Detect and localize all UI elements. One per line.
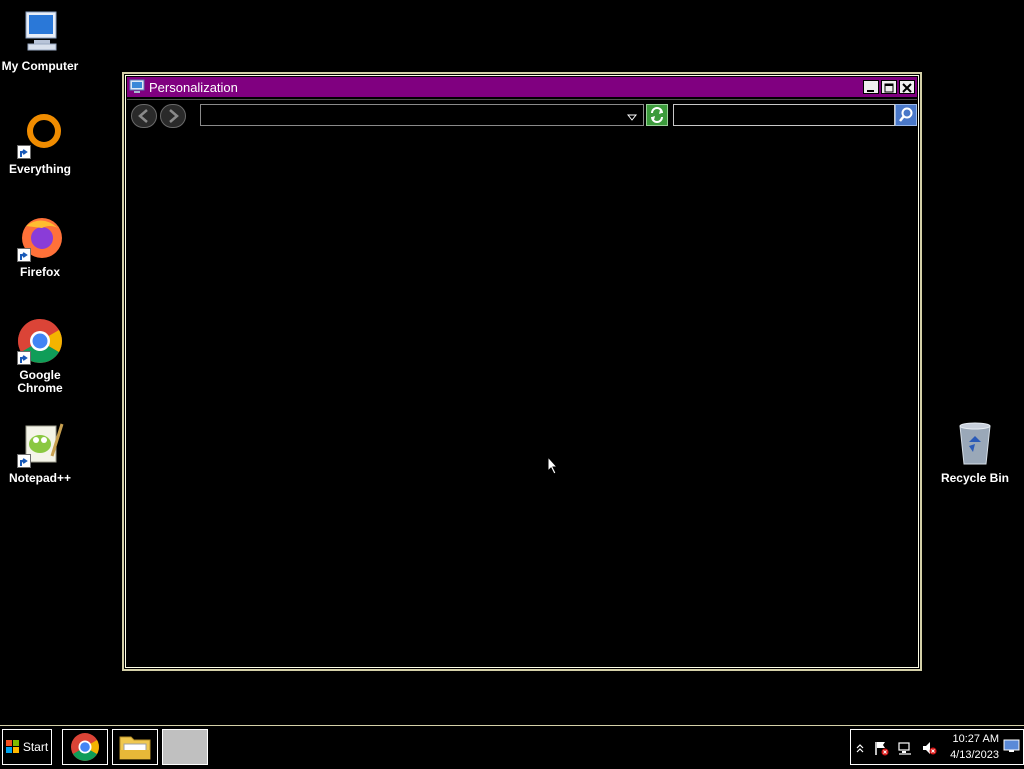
shortcut-arrow-icon [17,454,31,468]
start-label: Start [22,740,49,754]
shortcut-arrow-icon [17,248,31,262]
desktop-icon-label: My Computer [1,59,79,73]
content-area [127,132,917,666]
taskbar-app-personalization[interactable] [162,729,208,765]
shortcut-arrow-icon [17,145,31,159]
back-button[interactable] [131,104,157,128]
desktop: My Computer Everything Firefox Google Ch… [0,0,1024,725]
network-icon[interactable] [897,740,913,756]
volume-muted-icon[interactable] [921,740,937,756]
refresh-icon [651,107,663,123]
search-input[interactable] [673,104,895,126]
chevron-up-icon[interactable] [855,740,865,756]
notepadpp-icon [16,420,64,468]
computer-icon [16,8,64,56]
chevron-down-icon[interactable] [626,110,638,121]
desktop-icon-label: Firefox [19,265,60,279]
mouse-cursor-icon [547,455,559,476]
maximize-button[interactable] [881,80,897,94]
minimize-icon [867,90,874,92]
clock-time[interactable]: 10:27 AM [953,733,999,745]
forward-arrow-icon [169,109,179,123]
minimize-button[interactable] [863,80,879,94]
clock-date[interactable]: 4/13/2023 [950,749,999,761]
desktop-icon-everything[interactable]: Everything [0,111,80,176]
recycle-bin-icon [951,420,999,468]
desktop-icon-google-chrome[interactable]: Google Chrome [0,317,80,395]
navigation-toolbar [127,99,917,133]
title-bar[interactable]: Personalization [127,77,917,97]
desktop-icon-label: Everything [8,162,71,176]
close-icon [902,83,912,93]
search-icon [899,107,913,122]
desktop-icon-my-computer[interactable]: My Computer [0,8,80,73]
folder-icon [119,736,151,760]
everything-icon [16,111,64,159]
desktop-icon-label: Recycle Bin [940,471,1010,485]
firefox-icon [16,214,64,262]
back-arrow-icon [138,109,148,123]
shortcut-arrow-icon [17,351,31,365]
desktop-icon-firefox[interactable]: Firefox [0,214,80,279]
search-button[interactable] [895,104,917,126]
windows-logo-icon [5,740,19,753]
taskbar: Start 10:27 AM 4/13/2023 [0,725,1024,768]
desktop-icon-recycle-bin[interactable]: Recycle Bin [935,420,1015,485]
taskbar-app-chrome[interactable] [62,729,108,765]
system-tray: 10:27 AM 4/13/2023 [850,729,1024,765]
maximize-icon [884,83,894,93]
desktop-icon-label: Google Chrome [17,368,63,395]
desktop-icon-notepadpp[interactable]: Notepad++ [0,420,80,485]
taskbar-app-file-explorer[interactable] [112,729,158,765]
chrome-icon [16,317,64,365]
action-center-flag-icon[interactable] [873,740,889,756]
desktop-icon-label: Notepad++ [8,471,71,485]
monitor-icon [129,79,145,95]
refresh-button[interactable] [646,104,668,126]
close-button[interactable] [899,80,915,94]
window-title: Personalization [149,79,238,95]
chrome-icon [71,733,99,761]
personalization-window: Personalization [122,72,922,671]
address-bar[interactable] [200,104,644,126]
forward-button[interactable] [160,104,186,128]
start-button[interactable]: Start [2,729,52,765]
show-desktop-icon[interactable] [1003,738,1020,754]
